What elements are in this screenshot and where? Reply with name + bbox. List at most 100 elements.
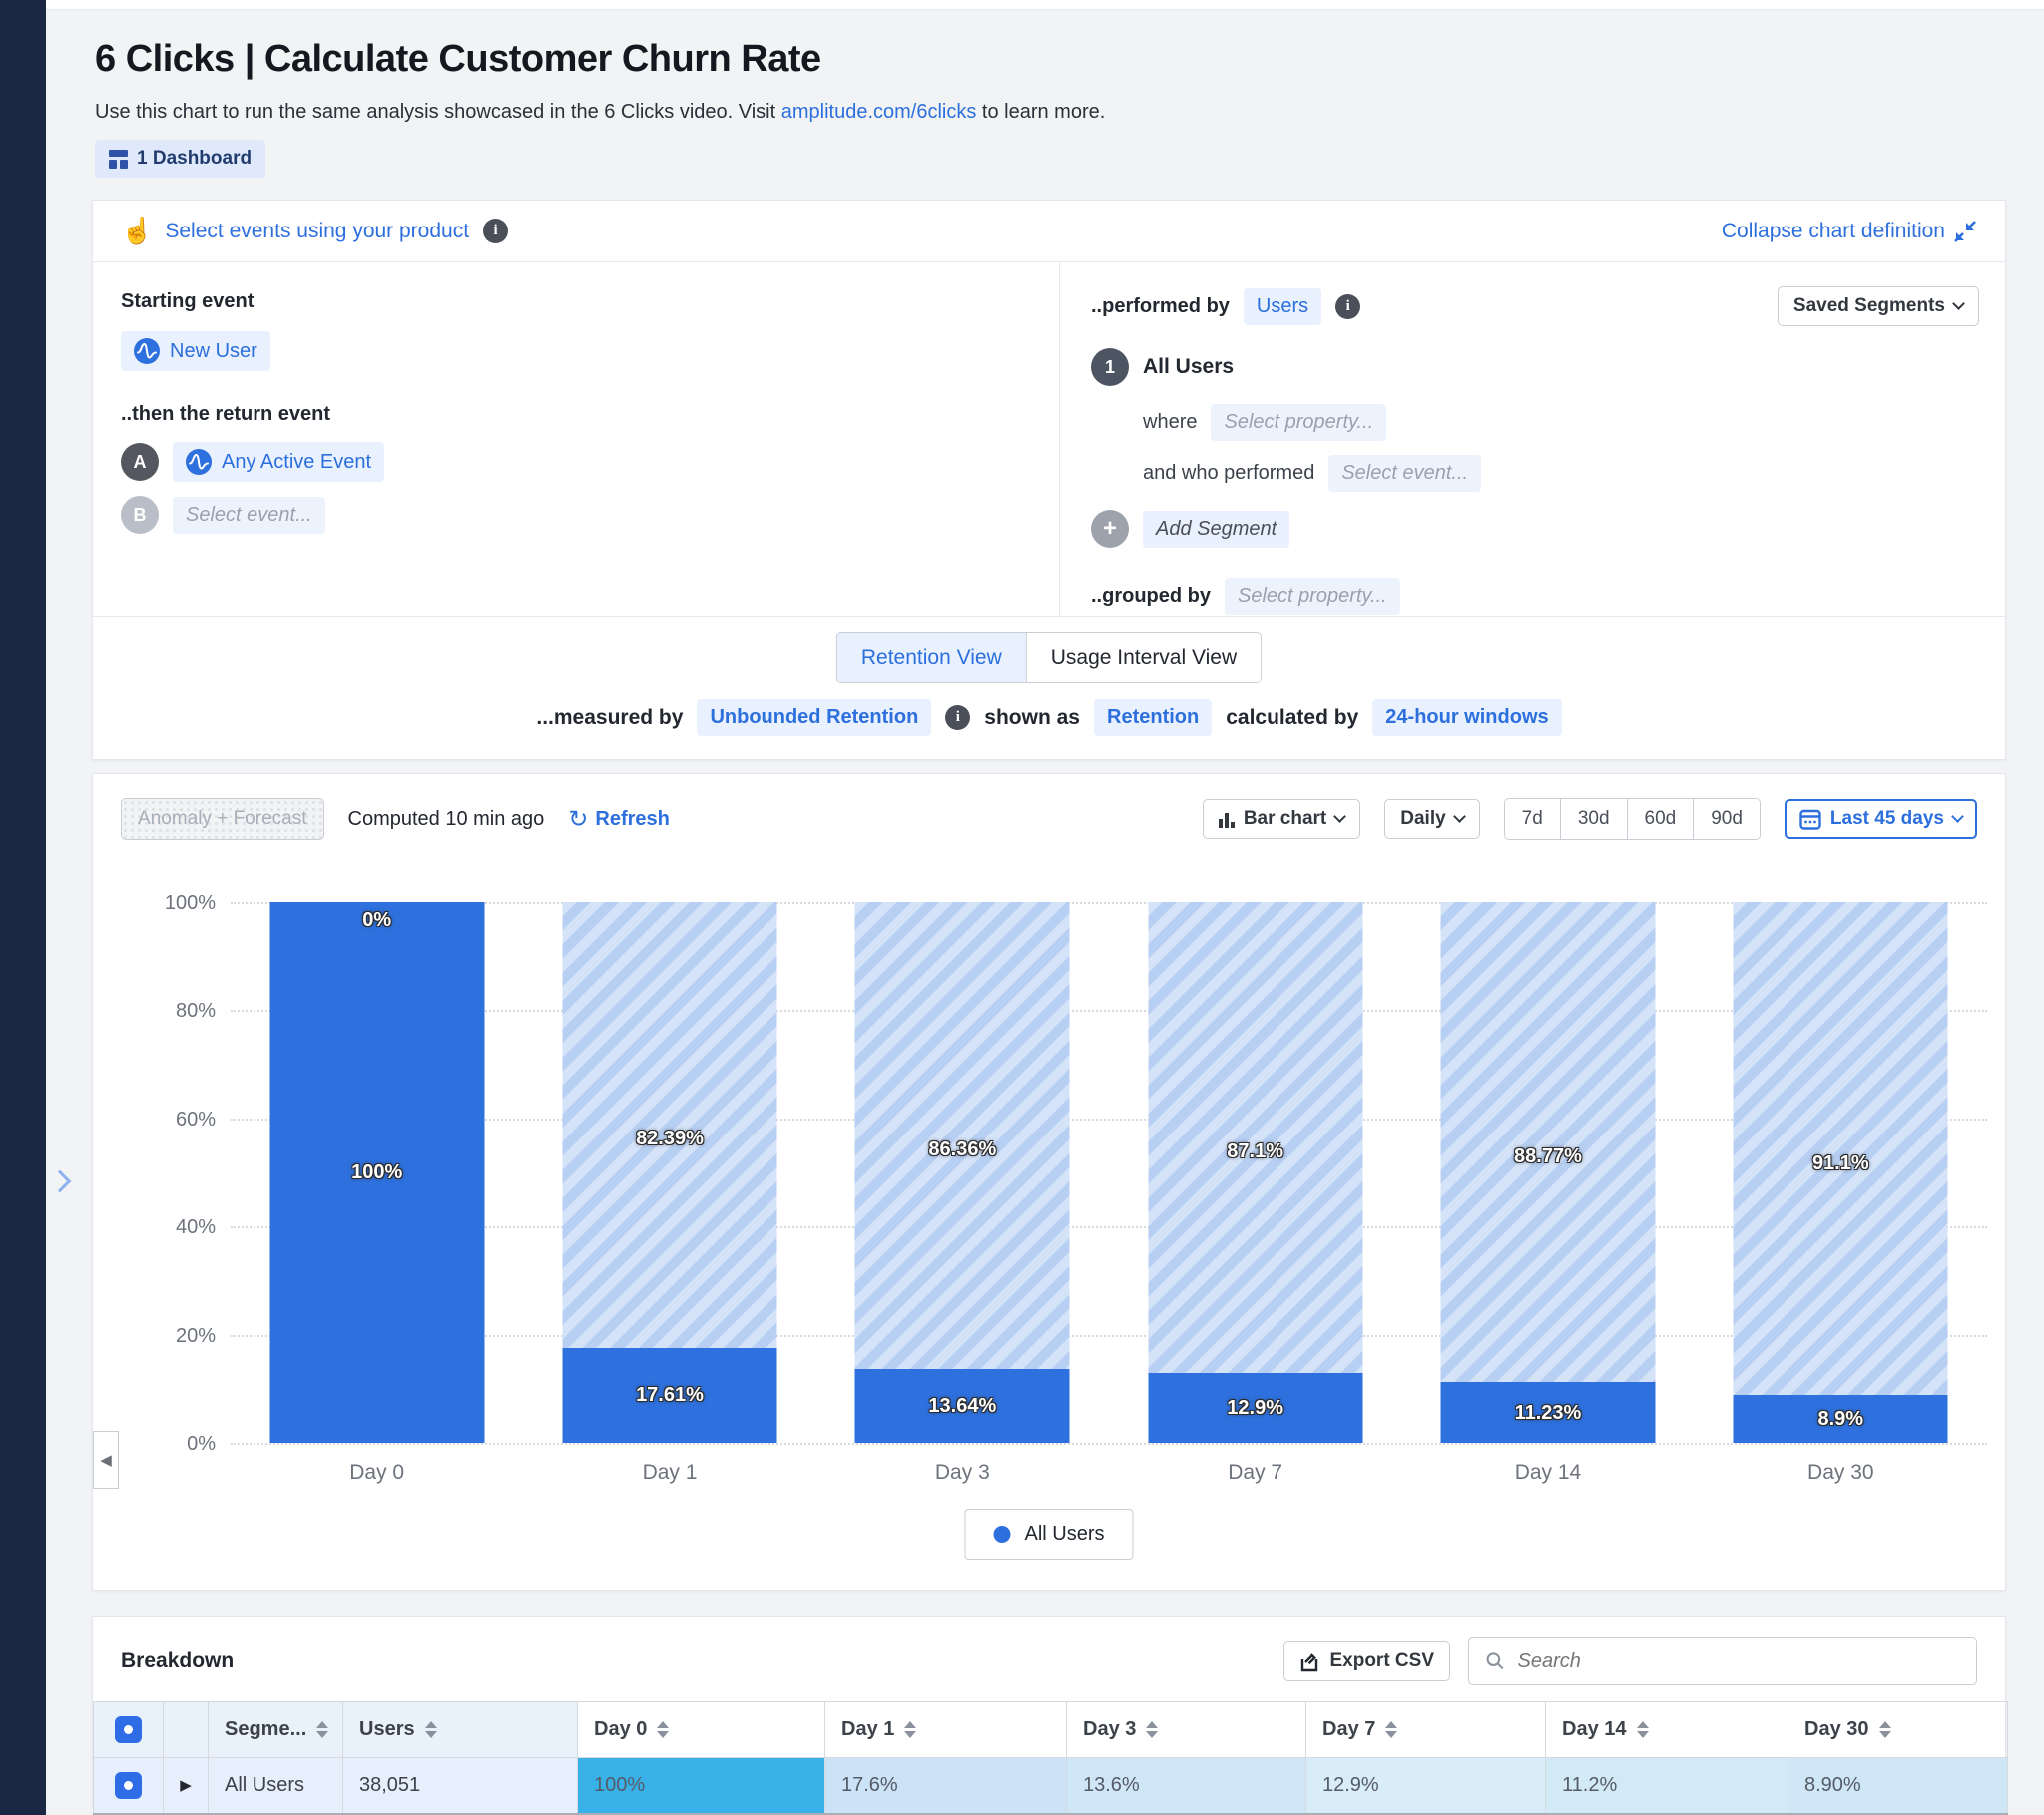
tab-usage-interval-view[interactable]: Usage Interval View [1027,633,1261,682]
info-icon[interactable]: i [1335,294,1360,319]
expand-sidebar-chevron-icon[interactable] [49,1170,72,1193]
bar-day-7[interactable]: 12.9%87.1% [1109,902,1401,1443]
bar-day-0[interactable]: 100%0% [231,902,523,1443]
value-cell[interactable]: 8.90% [1788,1758,2008,1814]
bar-day-14[interactable]: 11.23%88.77% [1401,902,1694,1443]
search-box[interactable] [1468,1637,1977,1685]
column-header-day-14[interactable]: Day 14 [1546,1702,1788,1758]
y-axis-tick: 100% [126,892,216,915]
chart-legend[interactable]: All Users [964,1509,1133,1560]
computed-status: Computed 10 min ago [348,808,545,831]
churn-segment[interactable] [562,902,776,1348]
retention-value-label: 100% [231,1161,523,1184]
column-header-day-7[interactable]: Day 7 [1306,1702,1546,1758]
value-cell[interactable]: 100% [578,1758,825,1814]
add-segment-button[interactable]: Add Segment [1143,511,1289,548]
column-header-day-0[interactable]: Day 0 [578,1702,825,1758]
chevron-down-icon [1951,810,1964,823]
bar-day-1[interactable]: 17.61%82.39% [523,902,815,1443]
y-axis-tick: 20% [126,1325,216,1348]
column-header-day-1[interactable]: Day 1 [825,1702,1067,1758]
grouped-by-property-input[interactable]: Select property... [1225,578,1400,615]
value-cell[interactable]: 13.6% [1067,1758,1306,1814]
churn-segment[interactable] [1148,902,1362,1373]
sort-icon[interactable] [904,1721,916,1738]
tab-retention-view[interactable]: Retention View [837,633,1027,682]
select-event-b-input[interactable]: Select event... [173,497,325,534]
select-events-link[interactable]: ☝ Select events using your product [121,216,469,246]
churn-segment[interactable] [1440,902,1655,1382]
column-header-users[interactable]: Users [343,1702,578,1758]
info-icon[interactable]: i [483,219,508,243]
dashboard-count-badge[interactable]: 1 Dashboard [95,140,265,178]
sort-icon[interactable] [657,1721,669,1738]
chevron-down-icon [1952,297,1965,310]
sort-icon[interactable] [1637,1721,1649,1738]
subtitle-link[interactable]: amplitude.com/6clicks [781,101,977,123]
sort-icon[interactable] [425,1721,437,1738]
segment-cell: All Users [209,1758,343,1814]
interval-dropdown[interactable]: Daily [1384,799,1479,839]
row-checkbox[interactable] [115,1772,142,1799]
performed-by-chip[interactable]: Users [1244,288,1321,325]
where-property-input[interactable]: Select property... [1211,404,1386,441]
value-cell[interactable]: 12.9% [1306,1758,1546,1814]
column-label: Day 1 [841,1718,894,1741]
sort-icon[interactable] [1879,1721,1891,1738]
refresh-button[interactable]: ↻ Refresh [568,805,670,834]
collapse-panel-handle[interactable]: ◀ [93,1431,119,1489]
amplitude-logo-icon [186,449,212,475]
y-axis-tick: 60% [126,1109,216,1132]
measured-by-chip[interactable]: Unbounded Retention [697,699,931,736]
churn-segment[interactable] [855,902,1070,1369]
anomaly-forecast-button[interactable]: Anomaly + Forecast [121,798,324,840]
left-nav-rail [0,0,46,1815]
row-expander-icon[interactable]: ▶ [180,1776,192,1794]
saved-segments-button[interactable]: Saved Segments [1778,286,1979,326]
chart-toolbar: Anomaly + Forecast Computed 10 min ago ↻… [121,798,1977,840]
range-button-7d[interactable]: 7d [1505,799,1561,839]
sort-icon[interactable] [1385,1721,1397,1738]
collapse-chart-definition-link[interactable]: Collapse chart definition [1722,220,1977,243]
calculated-by-chip[interactable]: 24-hour windows [1372,699,1561,736]
select-events-label: Select events using your product [165,220,469,243]
x-axis-label: Day 3 [816,1461,1109,1485]
info-icon[interactable]: i [945,705,970,730]
retention-value-label: 13.64% [816,1395,1109,1418]
range-button-group: 7d30d60d90d [1504,798,1761,840]
left-triangle-icon: ◀ [100,1451,112,1469]
shown-as-label: shown as [984,706,1080,730]
bar-day-30[interactable]: 8.9%91.1% [1695,902,1987,1443]
search-input[interactable] [1518,1650,1961,1673]
plus-icon[interactable]: + [1091,510,1129,548]
range-button-60d[interactable]: 60d [1628,799,1695,839]
range-button-90d[interactable]: 90d [1694,799,1760,839]
refresh-label: Refresh [595,808,669,831]
who-performed-event-input[interactable]: Select event... [1328,455,1481,492]
chart-type-dropdown[interactable]: Bar chart [1203,799,1360,839]
value-cell[interactable]: 11.2% [1546,1758,1788,1814]
column-header-segme-[interactable]: Segme... [209,1702,343,1758]
column-label: Day 30 [1804,1718,1869,1741]
view-tabs: Retention View Usage Interval View [836,632,1262,683]
column-header-day-3[interactable]: Day 3 [1067,1702,1306,1758]
churn-segment[interactable] [1734,902,1948,1395]
legend-series-dot-icon [993,1526,1010,1543]
starting-event-chip[interactable]: New User [121,331,270,371]
sort-icon[interactable] [1146,1721,1158,1738]
return-event-chip[interactable]: Any Active Event [173,442,384,482]
bar-day-3[interactable]: 13.64%86.36% [816,902,1109,1443]
gridline: 0% [231,1443,1987,1445]
range-button-30d[interactable]: 30d [1561,799,1628,839]
performed-by-label: ..performed by [1091,295,1230,318]
export-csv-button[interactable]: Export CSV [1283,1641,1450,1681]
column-header-day-30[interactable]: Day 30 [1788,1702,2008,1758]
value-cell[interactable]: 17.6% [825,1758,1067,1814]
date-range-dropdown[interactable]: Last 45 days [1785,799,1977,839]
select-all-checkbox[interactable] [115,1716,142,1743]
calendar-icon [1799,808,1821,830]
shown-as-chip[interactable]: Retention [1094,699,1212,736]
sort-icon[interactable] [316,1721,328,1738]
column-label: Day 0 [594,1718,647,1741]
y-axis-tick: 0% [126,1433,216,1456]
